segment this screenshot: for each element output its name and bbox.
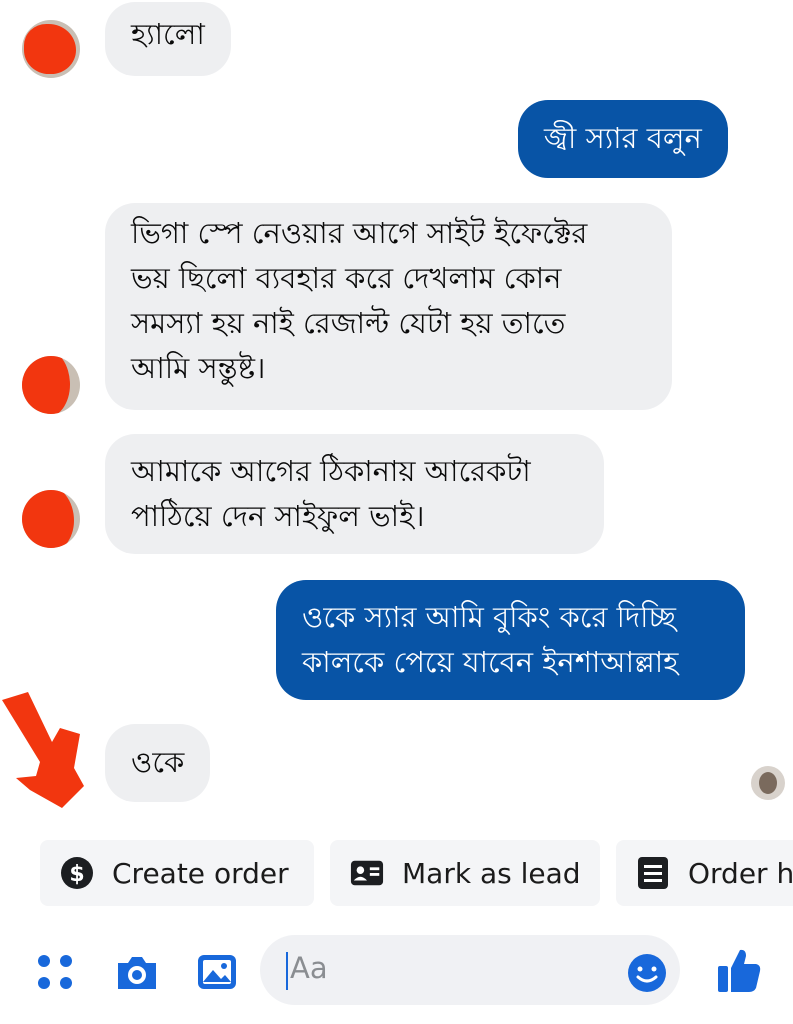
message-input[interactable]: Aa bbox=[260, 935, 680, 1005]
camera-icon[interactable] bbox=[114, 953, 160, 993]
contact-card-icon bbox=[350, 856, 384, 890]
order-list-icon bbox=[636, 856, 670, 890]
redaction-mark bbox=[22, 490, 74, 548]
order-history-label: Order h bbox=[688, 856, 793, 890]
text-cursor bbox=[286, 952, 288, 990]
avatar[interactable] bbox=[22, 356, 80, 414]
avatar[interactable] bbox=[22, 20, 80, 78]
create-order-label: Create order bbox=[112, 856, 289, 890]
incoming-message[interactable]: ভিগা স্পে নেওয়ার আগে সাইট ইফেক্টের ভয় … bbox=[105, 203, 672, 410]
order-history-button[interactable]: Order h bbox=[616, 840, 793, 906]
outgoing-message[interactable]: জ্বী স্যার বলুন bbox=[518, 100, 728, 178]
dollar-icon: $ bbox=[60, 856, 94, 890]
red-arrow-annotation bbox=[2, 692, 84, 808]
outgoing-message[interactable]: ওকে স্যার আমি বুকিং করে দিচ্ছি কালকে পেয… bbox=[276, 580, 745, 700]
gallery-icon[interactable] bbox=[196, 952, 238, 992]
apps-grid-icon[interactable] bbox=[36, 953, 76, 993]
incoming-message[interactable]: ওকে bbox=[105, 724, 211, 802]
svg-text:$: $ bbox=[69, 862, 84, 887]
incoming-message[interactable]: হ্যালো bbox=[105, 2, 231, 76]
create-order-button[interactable]: $ Create order bbox=[40, 840, 314, 906]
message-placeholder: Aa bbox=[290, 951, 328, 985]
avatar[interactable] bbox=[22, 490, 80, 548]
redaction-mark bbox=[22, 356, 70, 414]
composer-bar: Aa bbox=[0, 920, 793, 1024]
thumbs-up-icon[interactable] bbox=[716, 946, 762, 994]
seen-avatar bbox=[751, 766, 785, 800]
mark-as-lead-button[interactable]: Mark as lead bbox=[330, 840, 600, 906]
redaction-mark bbox=[24, 24, 76, 74]
incoming-message[interactable]: আমাকে আগের ঠিকানায় আরেকটা পাঠিয়ে দেন স… bbox=[105, 434, 604, 554]
mark-as-lead-label: Mark as lead bbox=[402, 856, 581, 890]
emoji-icon[interactable] bbox=[626, 952, 668, 994]
